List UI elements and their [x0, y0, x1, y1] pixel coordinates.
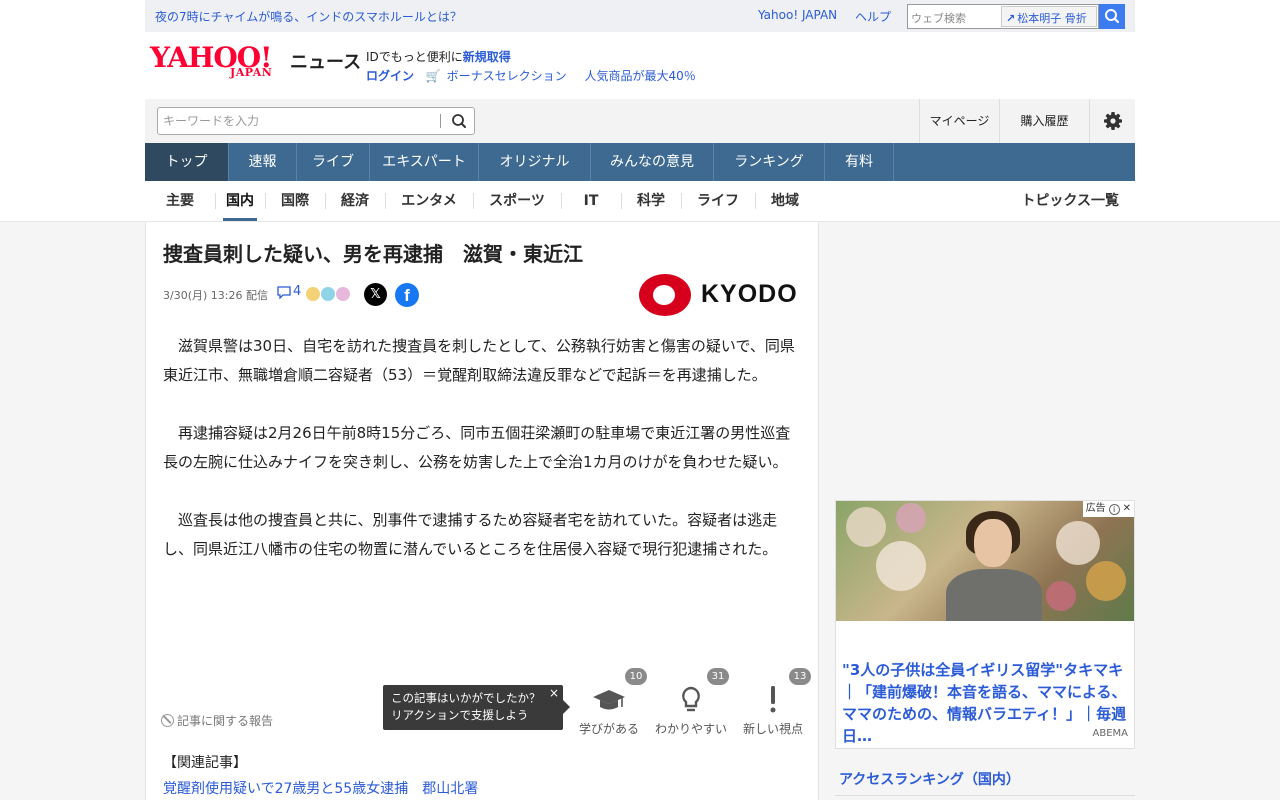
- trend-icon: ↗: [1006, 12, 1016, 25]
- category-it[interactable]: IT: [561, 181, 621, 221]
- search-icon: [452, 114, 466, 128]
- reaction-count: 13: [789, 668, 811, 685]
- web-search-button[interactable]: [1099, 4, 1125, 29]
- topics-list-link[interactable]: トピックス一覧: [1021, 181, 1119, 221]
- reaction-tooltip: この記事はいかがでしたか？ リアクションで支援しよう ×: [383, 685, 570, 730]
- popular-items-link[interactable]: 人気商品が最大40％: [584, 69, 695, 83]
- keyword-search-input[interactable]: [163, 109, 433, 133]
- tab-breaking[interactable]: 速報: [229, 143, 297, 181]
- web-search-placeholder: ウェブ検索: [911, 12, 966, 25]
- search-row: マイページ 購入履歴: [145, 99, 1135, 143]
- smile-icon: [306, 287, 320, 301]
- kyodo-mark: [639, 274, 691, 316]
- graduation-cap-icon: [593, 690, 625, 710]
- divider: [835, 795, 1135, 796]
- ad-label: 広告 i ✕: [1082, 501, 1134, 517]
- keyword-search-box: [157, 107, 475, 135]
- close-icon[interactable]: ✕: [1123, 501, 1131, 517]
- ad-sponsor: ABEMA: [1092, 728, 1129, 739]
- ranking-heading[interactable]: アクセスランキング（国内）: [835, 769, 1135, 789]
- reaction-faces: [306, 287, 351, 301]
- smile-icon: [321, 287, 335, 301]
- category-economy[interactable]: 経済: [325, 181, 385, 221]
- close-icon[interactable]: ×: [549, 685, 559, 702]
- keyword-search-button[interactable]: [446, 110, 472, 132]
- paragraph: 滋賀県警は30日、自宅を訪れた捜査員を刺したとして、公務執行妨害と傷害の疑いで、…: [163, 337, 795, 384]
- id-promo: IDでもっと便利に新規取得: [366, 50, 511, 64]
- tab-paid[interactable]: 有料: [825, 143, 894, 181]
- tab-opinions[interactable]: みんなの意見: [591, 143, 714, 181]
- related-article-link[interactable]: 覚醒剤使用疑いで27歳男と55歳女逮捕 郡山北署: [163, 778, 478, 798]
- lightbulb-icon: [682, 686, 700, 712]
- article-body: 滋賀県警は30日、自宅を訪れた捜査員を刺したとして、公務執行妨害と傷害の疑いで、…: [163, 332, 804, 593]
- mypage-link[interactable]: マイページ: [919, 99, 999, 143]
- article-datetime: 3/30(月) 13:26 配信: [163, 289, 268, 302]
- facebook-share-icon[interactable]: f: [395, 283, 419, 307]
- tab-original[interactable]: オリジナル: [479, 143, 591, 181]
- bonus-selection-link[interactable]: ボーナスセレクション: [447, 69, 567, 83]
- kyodo-logo[interactable]: KYODO: [639, 274, 799, 316]
- comment-icon: [277, 285, 291, 299]
- promo-bar: 夜の7時にチャイムが鳴る、インドのスマホルールとは？ Yahoo! JAPAN …: [145, 0, 1135, 32]
- category-nav: 主要 国内 国際 経済 エンタメ スポーツ IT 科学 ライフ 地域 トピックス…: [145, 181, 1135, 221]
- yahoo-japan-link[interactable]: Yahoo! JAPAN: [758, 8, 837, 22]
- paragraph: 巡査長は他の捜査員と共に、別事件で逮捕するため容疑者宅を訪れていた。容疑者は逃走…: [163, 511, 778, 558]
- tab-ranking[interactable]: ランキング: [714, 143, 825, 181]
- tab-live[interactable]: ライブ: [297, 143, 370, 181]
- reaction-count: 31: [707, 668, 729, 685]
- promo-link[interactable]: 夜の7時にチャイムが鳴る、インドのスマホルールとは？: [155, 8, 462, 25]
- category-science[interactable]: 科学: [621, 181, 681, 221]
- main-nav: トップ 速報 ライブ エキスパート オリジナル みんなの意見 ランキング 有料: [145, 143, 1135, 181]
- divider: [440, 114, 441, 128]
- settings-button[interactable]: [1089, 99, 1135, 143]
- yahoo-news-logo[interactable]: YAHOO! JAPAN: [150, 41, 288, 83]
- service-name[interactable]: ニュース: [290, 48, 361, 74]
- category-main[interactable]: 主要: [145, 181, 215, 221]
- tab-expert[interactable]: エキスパート: [370, 143, 479, 181]
- web-search-input[interactable]: ウェブ検索 ↗ 松本明子 骨折: [907, 4, 1099, 29]
- category-international[interactable]: 国際: [265, 181, 325, 221]
- article-headline: 捜査員刺した疑い、男を再逮捕 滋賀・東近江: [163, 242, 583, 266]
- category-sports[interactable]: スポーツ: [473, 181, 561, 221]
- reaction-count: 10: [625, 668, 647, 685]
- category-local[interactable]: 地域: [755, 181, 815, 221]
- login-promo: ログイン 🛒 ボーナスセレクション 人気商品が最大40％: [366, 67, 696, 84]
- category-entertainment[interactable]: エンタメ: [385, 181, 473, 221]
- exclamation-icon: [770, 686, 776, 713]
- signup-link[interactable]: 新規取得: [463, 50, 511, 64]
- comment-count: 4: [293, 284, 302, 299]
- ad-image: [836, 501, 1134, 621]
- paragraph: 再逮捕容疑は2月26日午前8時15分ごろ、同市五個荘梁瀬町の駐車場で東近江署の男…: [163, 424, 791, 471]
- tab-top[interactable]: トップ: [145, 143, 229, 181]
- smile-icon: [336, 287, 350, 301]
- related-heading: 【関連記事】: [163, 755, 247, 771]
- category-domestic[interactable]: 国内: [215, 181, 265, 221]
- help-link[interactable]: ヘルプ: [855, 8, 891, 25]
- search-suggestion[interactable]: ↗ 松本明子 骨折: [1001, 6, 1097, 27]
- report-link[interactable]: 記事に関する報告: [161, 712, 273, 729]
- category-life[interactable]: ライフ: [681, 181, 755, 221]
- login-link[interactable]: ログイン: [366, 69, 414, 83]
- sidebar-ad[interactable]: 広告 i ✕ "3人の子供は全員イギリス留学"タキマキ｜「建前爆破！本音を語る、…: [835, 500, 1135, 749]
- purchase-history-link[interactable]: 購入履歴: [999, 99, 1089, 143]
- prohibited-icon: [161, 714, 174, 727]
- article: 捜査員刺した疑い、男を再逮捕 滋賀・東近江 3/30(月) 13:26 配信 4…: [145, 222, 819, 800]
- info-icon[interactable]: i: [1108, 503, 1120, 515]
- comments-link[interactable]: 4: [276, 284, 301, 299]
- cart-icon: 🛒: [425, 69, 441, 83]
- search-icon: [1105, 9, 1120, 24]
- x-share-icon[interactable]: 𝕏: [364, 283, 387, 306]
- gear-icon: [1104, 112, 1122, 130]
- ad-title[interactable]: "3人の子供は全員イギリス留学"タキマキ｜「建前爆破！本音を語る、ママによる、マ…: [842, 659, 1130, 747]
